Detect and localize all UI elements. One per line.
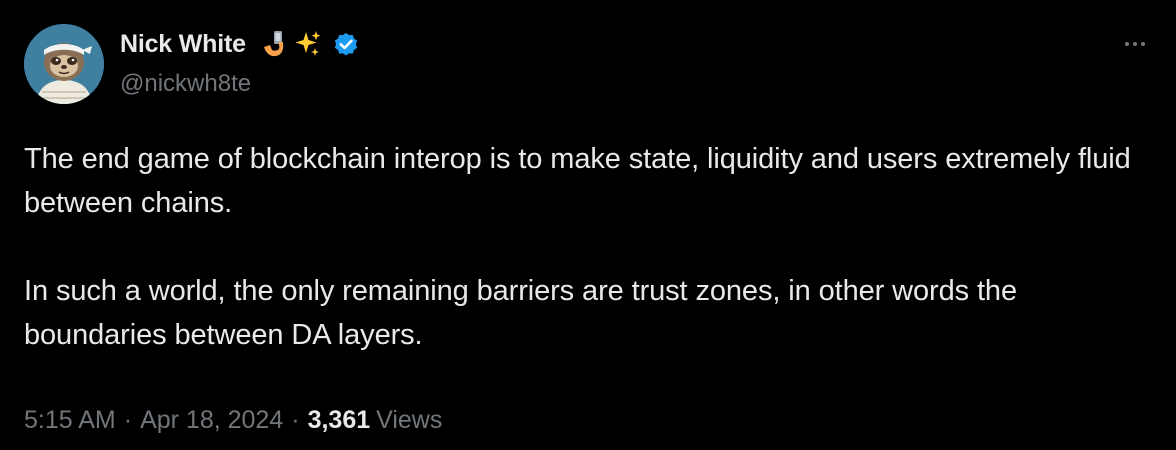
verified-badge-icon — [334, 32, 357, 56]
meta-separator: · — [291, 406, 300, 434]
more-icon-dot — [1133, 42, 1137, 46]
name-emojis — [260, 29, 322, 59]
author-handle[interactable]: @nickwh8te — [120, 70, 251, 98]
views-label: Views — [376, 406, 443, 434]
views-count: 3,361 — [307, 406, 371, 434]
tweet-paragraph-1: The end game of blockchain interop is to… — [24, 143, 1131, 219]
verified-badge[interactable] — [332, 30, 360, 58]
meta-separator: · — [123, 406, 133, 434]
tweet-meta: 5:15 AM · Apr 18, 2024 · 3,361 Views — [24, 406, 442, 435]
tweet-paragraph-2: In such a world, the only remaining barr… — [24, 275, 1017, 351]
tweet-time[interactable]: 5:15 AM — [24, 406, 116, 435]
author-name-row: Nick White — [120, 27, 360, 61]
more-icon-dot — [1125, 42, 1129, 46]
more-icon-dot — [1141, 42, 1145, 46]
tweet-text: The end game of blockchain interop is to… — [24, 137, 1144, 357]
avatar[interactable] — [24, 24, 104, 104]
selfie-hand-icon — [263, 31, 284, 57]
sloth-avatar-icon — [24, 24, 104, 104]
sparkles-icon — [295, 31, 321, 56]
tweet-card: Nick White @nickwh8te The end game of bl… — [0, 0, 1176, 450]
tweet-date[interactable]: Apr 18, 2024 — [140, 406, 283, 435]
more-button[interactable] — [1118, 34, 1152, 54]
author-display-name[interactable]: Nick White — [120, 30, 246, 59]
